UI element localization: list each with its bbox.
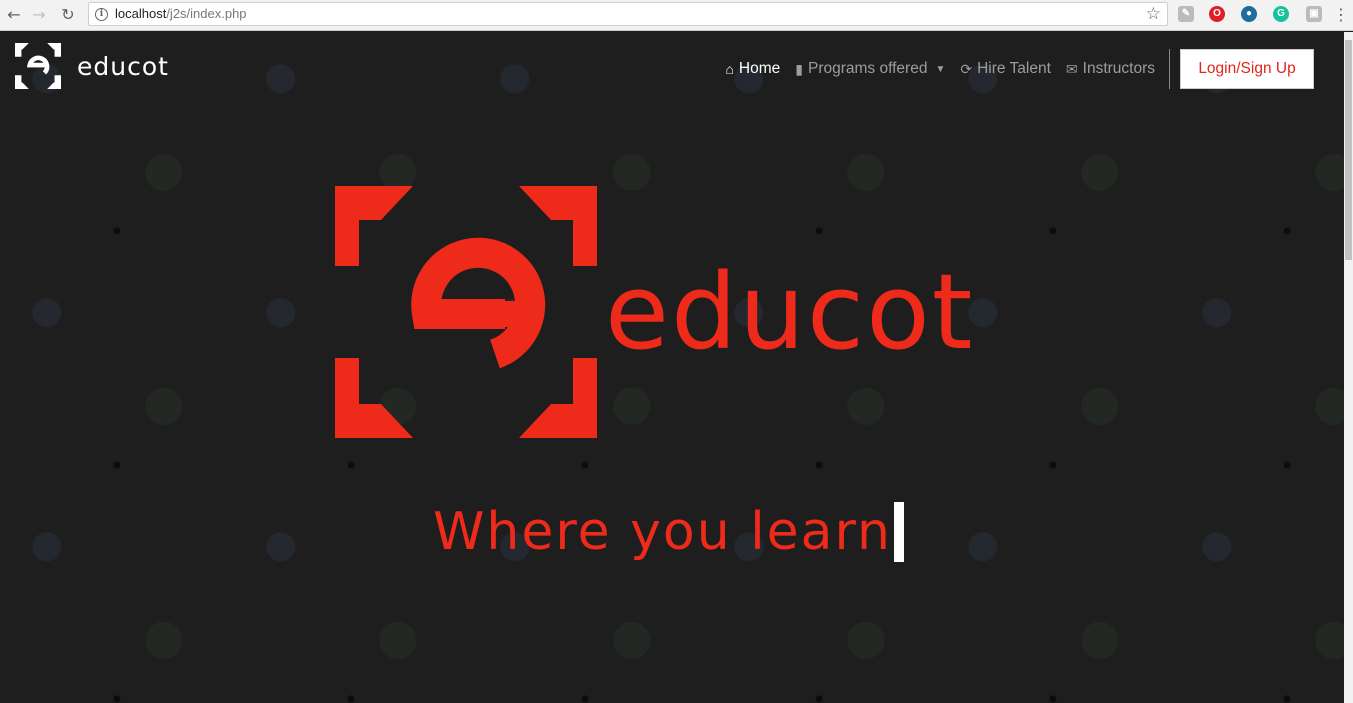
hero-title: educot bbox=[605, 251, 975, 373]
tagline-text: Where you learn bbox=[433, 502, 892, 562]
brand-link[interactable]: educot bbox=[15, 43, 169, 89]
nav-programs-label: Programs offered bbox=[807, 60, 928, 77]
nav-divider bbox=[1169, 49, 1170, 89]
nav-home-label: Home bbox=[738, 60, 781, 77]
nav-programs-dropdown[interactable]: ▮ Programs offered ▼ bbox=[795, 60, 945, 78]
hero-tagline: Where you learn bbox=[433, 497, 904, 567]
grammarly-icon[interactable]: G bbox=[1273, 6, 1289, 22]
nav-home[interactable]: ⌂ Home bbox=[725, 60, 780, 78]
page-background: educot ⌂ Home ▮ Programs offered ▼ ⟳ Hir… bbox=[0, 32, 1344, 703]
earth-icon[interactable]: ● bbox=[1241, 6, 1257, 22]
login-signup-button[interactable]: Login/Sign Up bbox=[1180, 49, 1314, 89]
nav-instructors[interactable]: ✉ Instructors bbox=[1066, 60, 1155, 78]
menu-icon[interactable]: ⋮ bbox=[1333, 3, 1349, 27]
pdf-extension-icon[interactable]: ✎ bbox=[1178, 6, 1194, 22]
home-icon: ⌂ bbox=[725, 61, 734, 77]
opera-icon[interactable]: O bbox=[1209, 6, 1225, 22]
info-icon[interactable]: i bbox=[95, 8, 108, 21]
back-icon[interactable]: ← bbox=[4, 5, 24, 25]
browser-toolbar: ← → ↻ i localhost/j2s/index.php ☆ ✎ O ● … bbox=[0, 0, 1353, 31]
brand-logo-icon bbox=[15, 43, 61, 89]
nav-hire-talent-label: Hire Talent bbox=[977, 60, 1051, 77]
url-path: /j2s/index.php bbox=[166, 6, 247, 21]
main-nav: ⌂ Home ▮ Programs offered ▼ ⟳ Hire Talen… bbox=[710, 49, 1314, 89]
url-host: localhost bbox=[115, 6, 167, 21]
hero-logo-icon bbox=[335, 186, 597, 438]
forward-icon[interactable]: → bbox=[29, 5, 49, 25]
nav-instructors-label: Instructors bbox=[1082, 60, 1155, 77]
url-text[interactable]: localhost/j2s/index.php bbox=[115, 6, 247, 21]
caret-down-icon: ▼ bbox=[935, 63, 946, 75]
book-icon: ▮ bbox=[795, 60, 803, 77]
pane-extension-icon[interactable]: ▣ bbox=[1306, 6, 1322, 22]
page-scrollbar[interactable] bbox=[1344, 32, 1353, 703]
envelope-icon: ✉ bbox=[1065, 60, 1078, 77]
typing-cursor bbox=[893, 502, 904, 562]
star-icon[interactable]: ☆ bbox=[1146, 4, 1161, 24]
brand-name: educot bbox=[77, 51, 169, 81]
reload-icon[interactable]: ↻ bbox=[58, 5, 78, 25]
address-bar[interactable]: i localhost/j2s/index.php ☆ bbox=[88, 2, 1168, 26]
nav-hire-talent[interactable]: ⟳ Hire Talent bbox=[960, 60, 1051, 78]
scrollbar-thumb[interactable] bbox=[1345, 40, 1352, 260]
refresh-icon: ⟳ bbox=[960, 60, 973, 77]
